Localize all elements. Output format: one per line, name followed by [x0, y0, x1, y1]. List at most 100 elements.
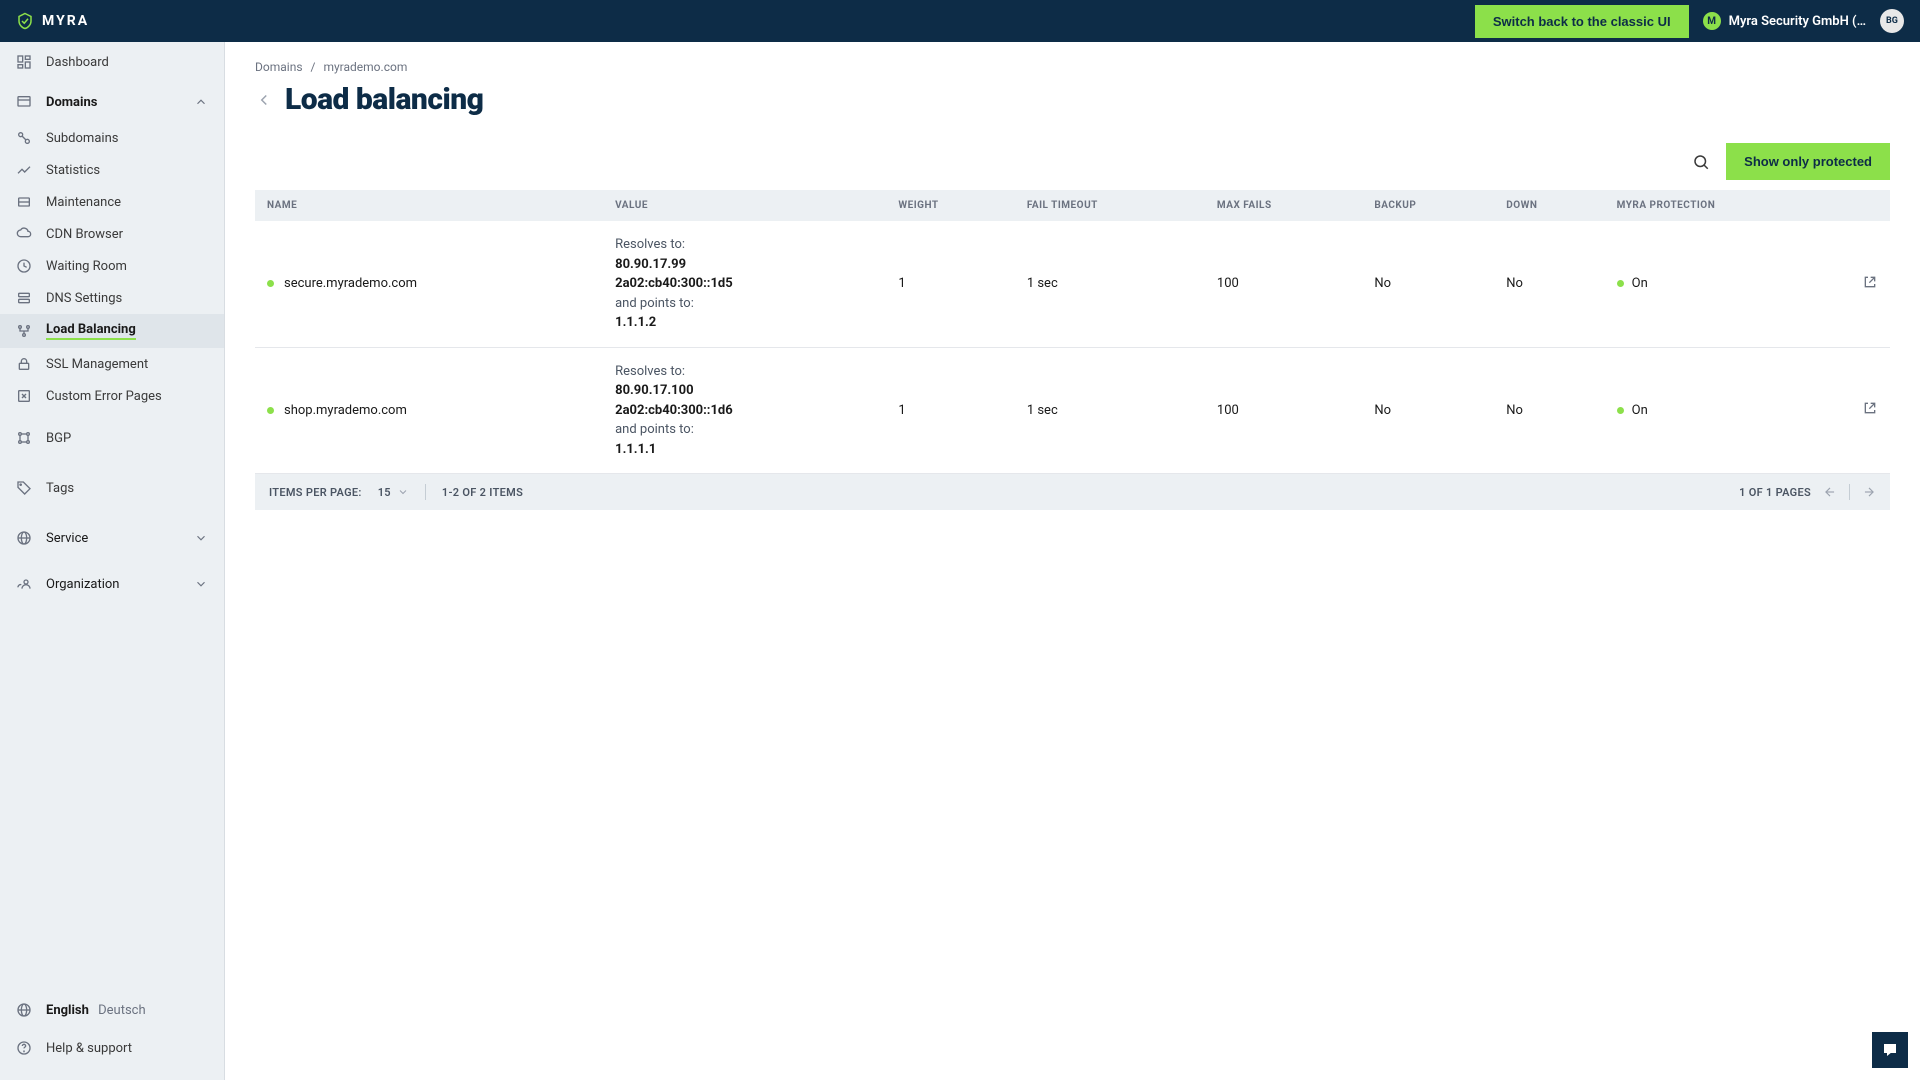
error-pages-icon: [16, 388, 32, 404]
subdomains-icon: [16, 130, 32, 146]
topbar: MYRA Switch back to the classic UI M Myr…: [0, 0, 1920, 42]
row-fail-timeout: 1 sec: [1015, 347, 1205, 474]
row-value: Resolves to: 80.90.17.100 2a02:cb40:300:…: [615, 362, 874, 460]
breadcrumb-domains[interactable]: Domains: [255, 60, 303, 74]
sidebar-label: Help & support: [46, 1041, 132, 1056]
dashboard-icon: [16, 54, 32, 70]
chat-icon: [1881, 1041, 1899, 1059]
show-only-protected-button[interactable]: Show only protected: [1726, 143, 1890, 180]
status-dot-icon: [1617, 407, 1624, 414]
language-selector[interactable]: English Deutsch: [0, 992, 224, 1028]
sidebar-item-statistics[interactable]: Statistics: [0, 154, 224, 186]
col-fail-timeout: FAIL TIMEOUT: [1015, 190, 1205, 221]
globe-icon: [16, 1002, 32, 1018]
sidebar-label: Organization: [46, 577, 119, 592]
row-max-fails: 100: [1205, 347, 1362, 474]
sidebar-item-dns-settings[interactable]: DNS Settings: [0, 282, 224, 314]
lang-deutsch[interactable]: Deutsch: [98, 1003, 146, 1018]
sidebar-label: Statistics: [46, 163, 100, 178]
switch-classic-button[interactable]: Switch back to the classic UI: [1475, 5, 1689, 38]
sidebar-item-organization[interactable]: Organization: [0, 564, 224, 604]
sidebar-label: Dashboard: [46, 55, 109, 70]
col-weight: WEIGHT: [886, 190, 1014, 221]
sidebar-item-waiting-room[interactable]: Waiting Room: [0, 250, 224, 282]
service-icon: [16, 530, 32, 546]
chat-button[interactable]: [1872, 1032, 1908, 1068]
user-avatar[interactable]: BG: [1880, 9, 1904, 33]
row-down: No: [1494, 347, 1604, 474]
sidebar-item-cdn-browser[interactable]: CDN Browser: [0, 218, 224, 250]
shield-icon: [16, 12, 34, 30]
brand-logo[interactable]: MYRA: [16, 12, 89, 30]
back-button[interactable]: [255, 91, 273, 109]
sidebar-item-load-balancing[interactable]: Load Balancing: [0, 314, 224, 348]
col-value: VALUE: [603, 190, 886, 221]
sidebar-item-tags[interactable]: Tags: [0, 468, 224, 508]
sidebar-label: DNS Settings: [46, 291, 122, 306]
pages-info: 1 OF 1 PAGES: [1739, 486, 1811, 499]
table-row[interactable]: shop.myrademo.com Resolves to: 80.90.17.…: [255, 347, 1890, 474]
col-protection: MYRA PROTECTION: [1605, 190, 1850, 221]
row-down: No: [1494, 221, 1604, 347]
topbar-right: Switch back to the classic UI M Myra Sec…: [1475, 5, 1904, 38]
breadcrumb: Domains / myrademo.com: [255, 60, 1890, 74]
org-badge-icon: M: [1703, 12, 1721, 30]
clock-icon: [16, 258, 32, 274]
sidebar-label: SSL Management: [46, 357, 148, 372]
org-selector[interactable]: M Myra Security GmbH (…: [1703, 12, 1866, 30]
lang-english[interactable]: English: [46, 1003, 89, 1018]
open-icon[interactable]: [1862, 400, 1878, 416]
load-balancing-table: NAME VALUE WEIGHT FAIL TIMEOUT MAX FAILS…: [255, 190, 1890, 474]
row-weight: 1: [886, 221, 1014, 347]
items-per-page-select[interactable]: 15: [378, 486, 409, 499]
row-protection: On: [1632, 276, 1648, 291]
sidebar-footer: English Deutsch Help & support: [0, 984, 224, 1080]
sidebar-label: BGP: [46, 431, 71, 446]
sidebar-label: Maintenance: [46, 195, 121, 210]
col-backup: BACKUP: [1362, 190, 1494, 221]
row-backup: No: [1362, 221, 1494, 347]
maintenance-icon: [16, 194, 32, 210]
sidebar-item-service[interactable]: Service: [0, 518, 224, 558]
main-content: Domains / myrademo.com Load balancing Sh…: [225, 42, 1920, 1080]
sidebar-label: Subdomains: [46, 131, 118, 146]
sidebar-item-maintenance[interactable]: Maintenance: [0, 186, 224, 218]
page-title: Load balancing: [285, 82, 483, 117]
row-fail-timeout: 1 sec: [1015, 221, 1205, 347]
chevron-down-icon: [194, 577, 208, 591]
pagination: ITEMS PER PAGE: 15 1-2 OF 2 ITEMS 1 OF 1…: [255, 474, 1890, 510]
row-name: secure.myrademo.com: [284, 276, 417, 291]
sidebar-label: Custom Error Pages: [46, 389, 162, 404]
next-page-button[interactable]: [1862, 485, 1876, 499]
brand-text: MYRA: [42, 13, 89, 29]
sidebar-item-ssl-management[interactable]: SSL Management: [0, 348, 224, 380]
breadcrumb-current: myrademo.com: [323, 60, 407, 74]
org-name: Myra Security GmbH (…: [1729, 14, 1866, 29]
prev-page-button[interactable]: [1823, 485, 1837, 499]
sidebar-label: CDN Browser: [46, 227, 123, 242]
dns-icon: [16, 290, 32, 306]
row-max-fails: 100: [1205, 221, 1362, 347]
col-max-fails: MAX FAILS: [1205, 190, 1362, 221]
row-value: Resolves to: 80.90.17.99 2a02:cb40:300::…: [615, 235, 874, 333]
items-per-page-label: ITEMS PER PAGE:: [269, 486, 362, 499]
sidebar-item-help[interactable]: Help & support: [0, 1028, 224, 1068]
items-range: 1-2 OF 2 ITEMS: [442, 486, 523, 499]
sidebar-item-subdomains[interactable]: Subdomains: [0, 122, 224, 154]
row-weight: 1: [886, 347, 1014, 474]
status-dot-icon: [267, 280, 274, 287]
sidebar-label: Tags: [46, 481, 74, 496]
open-icon[interactable]: [1862, 274, 1878, 290]
table-row[interactable]: secure.myrademo.com Resolves to: 80.90.1…: [255, 221, 1890, 347]
sidebar-item-bgp[interactable]: BGP: [0, 418, 224, 458]
sidebar-item-domains[interactable]: Domains: [0, 82, 224, 122]
sidebar-label: Service: [46, 531, 88, 546]
row-protection: On: [1632, 403, 1648, 418]
sidebar-label: Load Balancing: [46, 322, 136, 340]
help-icon: [16, 1040, 32, 1056]
statistics-icon: [16, 162, 32, 178]
sidebar-item-dashboard[interactable]: Dashboard: [0, 42, 224, 82]
sidebar-item-custom-error-pages[interactable]: Custom Error Pages: [0, 380, 224, 412]
search-icon[interactable]: [1692, 153, 1710, 171]
sidebar-label: Domains: [46, 95, 97, 110]
